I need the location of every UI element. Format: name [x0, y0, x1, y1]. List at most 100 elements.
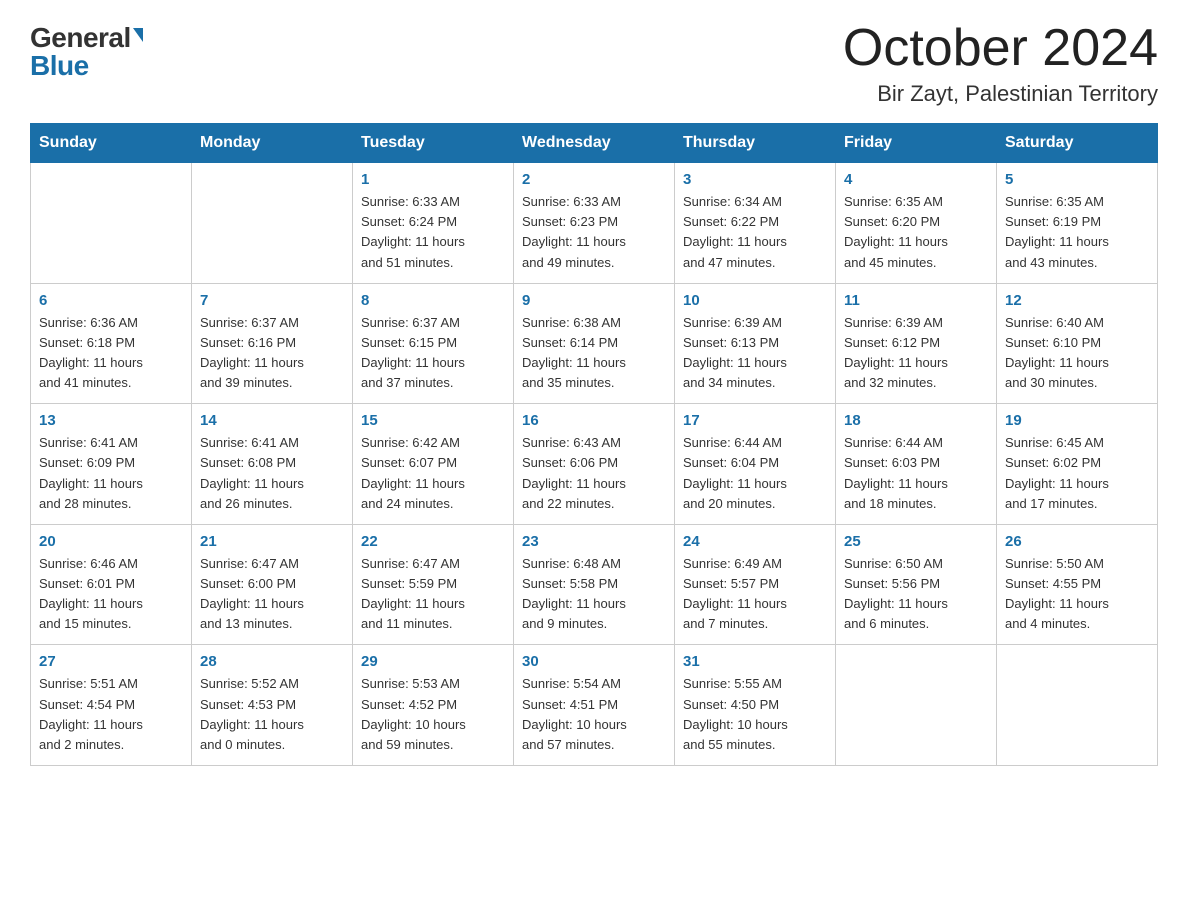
month-title: October 2024 — [843, 20, 1158, 77]
calendar-cell: 13 Sunrise: 6:41 AM Sunset: 6:09 PM Dayli… — [31, 404, 192, 525]
day-info: Sunrise: 6:33 AM Sunset: 6:24 PM Dayligh… — [361, 192, 505, 273]
calendar-cell: 5 Sunrise: 6:35 AM Sunset: 6:19 PM Daylig… — [997, 163, 1158, 284]
calendar-cell — [836, 645, 997, 766]
calendar-table: SundayMondayTuesdayWednesdayThursdayFrid… — [30, 123, 1158, 766]
calendar-cell: 29 Sunrise: 5:53 AM Sunset: 4:52 PM Dayli… — [353, 645, 514, 766]
day-number: 22 — [361, 533, 505, 550]
day-number: 8 — [361, 292, 505, 309]
day-number: 5 — [1005, 171, 1149, 188]
day-info: Sunrise: 6:44 AM Sunset: 6:03 PM Dayligh… — [844, 433, 988, 514]
day-number: 15 — [361, 412, 505, 429]
calendar-cell: 19 Sunrise: 6:45 AM Sunset: 6:02 PM Dayli… — [997, 404, 1158, 525]
day-number: 17 — [683, 412, 827, 429]
day-number: 29 — [361, 653, 505, 670]
day-number: 26 — [1005, 533, 1149, 550]
day-info: Sunrise: 6:41 AM Sunset: 6:09 PM Dayligh… — [39, 433, 183, 514]
calendar-week-1: 1Sunrise: 6:33 AM Sunset: 6:24 PM Daylig… — [31, 163, 1158, 284]
calendar-cell: 17 Sunrise: 6:44 AM Sunset: 6:04 PM Dayli… — [675, 404, 836, 525]
title-area: October 2024 Bir Zayt, Palestinian Terri… — [843, 20, 1158, 107]
day-info: Sunrise: 6:39 AM Sunset: 6:13 PM Dayligh… — [683, 313, 827, 394]
day-info: Sunrise: 5:53 AM Sunset: 4:52 PM Dayligh… — [361, 674, 505, 755]
day-info: Sunrise: 6:45 AM Sunset: 6:02 PM Dayligh… — [1005, 433, 1149, 514]
day-info: Sunrise: 6:33 AM Sunset: 6:23 PM Dayligh… — [522, 192, 666, 273]
header-tuesday: Tuesday — [353, 124, 514, 163]
calendar-cell: 10 Sunrise: 6:39 AM Sunset: 6:13 PM Dayli… — [675, 283, 836, 404]
calendar-cell: 26Sunrise: 5:50 AM Sunset: 4:55 PM Dayli… — [997, 524, 1158, 645]
day-number: 6 — [39, 292, 183, 309]
calendar-cell — [192, 163, 353, 284]
calendar-cell: 7 Sunrise: 6:37 AM Sunset: 6:16 PM Daylig… — [192, 283, 353, 404]
day-number: 12 — [1005, 292, 1149, 309]
calendar-cell: 22Sunrise: 6:47 AM Sunset: 5:59 PM Dayli… — [353, 524, 514, 645]
calendar-cell: 15 Sunrise: 6:42 AM Sunset: 6:07 PM Dayli… — [353, 404, 514, 525]
day-info: Sunrise: 6:47 AM Sunset: 6:00 PM Dayligh… — [200, 554, 344, 635]
day-number: 4 — [844, 171, 988, 188]
day-number: 13 — [39, 412, 183, 429]
calendar-cell: 12 Sunrise: 6:40 AM Sunset: 6:10 PM Dayli… — [997, 283, 1158, 404]
day-info: Sunrise: 6:34 AM Sunset: 6:22 PM Dayligh… — [683, 192, 827, 273]
header-friday: Friday — [836, 124, 997, 163]
calendar-week-4: 20 Sunrise: 6:46 AM Sunset: 6:01 PM Dayli… — [31, 524, 1158, 645]
day-info: Sunrise: 6:37 AM Sunset: 6:16 PM Dayligh… — [200, 313, 344, 394]
calendar-cell: 25 Sunrise: 6:50 AM Sunset: 5:56 PM Dayli… — [836, 524, 997, 645]
calendar-cell: 14 Sunrise: 6:41 AM Sunset: 6:08 PM Dayli… — [192, 404, 353, 525]
calendar-cell: 28 Sunrise: 5:52 AM Sunset: 4:53 PM Dayli… — [192, 645, 353, 766]
calendar-cell: 2 Sunrise: 6:33 AM Sunset: 6:23 PM Daylig… — [514, 163, 675, 284]
day-number: 16 — [522, 412, 666, 429]
calendar-cell: 9Sunrise: 6:38 AM Sunset: 6:14 PM Daylig… — [514, 283, 675, 404]
day-info: Sunrise: 6:38 AM Sunset: 6:14 PM Dayligh… — [522, 313, 666, 394]
calendar-cell: 18 Sunrise: 6:44 AM Sunset: 6:03 PM Dayli… — [836, 404, 997, 525]
day-info: Sunrise: 6:36 AM Sunset: 6:18 PM Dayligh… — [39, 313, 183, 394]
calendar-week-3: 13 Sunrise: 6:41 AM Sunset: 6:09 PM Dayli… — [31, 404, 1158, 525]
calendar-cell: 21 Sunrise: 6:47 AM Sunset: 6:00 PM Dayli… — [192, 524, 353, 645]
header-sunday: Sunday — [31, 124, 192, 163]
day-info: Sunrise: 6:37 AM Sunset: 6:15 PM Dayligh… — [361, 313, 505, 394]
day-number: 14 — [200, 412, 344, 429]
day-number: 3 — [683, 171, 827, 188]
calendar-cell — [997, 645, 1158, 766]
header: General Blue October 2024 Bir Zayt, Pale… — [30, 20, 1158, 107]
calendar-week-2: 6 Sunrise: 6:36 AM Sunset: 6:18 PM Daylig… — [31, 283, 1158, 404]
calendar-cell: 20 Sunrise: 6:46 AM Sunset: 6:01 PM Dayli… — [31, 524, 192, 645]
location-title: Bir Zayt, Palestinian Territory — [843, 81, 1158, 107]
day-info: Sunrise: 6:39 AM Sunset: 6:12 PM Dayligh… — [844, 313, 988, 394]
calendar-cell: 4 Sunrise: 6:35 AM Sunset: 6:20 PM Daylig… — [836, 163, 997, 284]
header-wednesday: Wednesday — [514, 124, 675, 163]
calendar-cell: 3 Sunrise: 6:34 AM Sunset: 6:22 PM Daylig… — [675, 163, 836, 284]
day-info: Sunrise: 5:51 AM Sunset: 4:54 PM Dayligh… — [39, 674, 183, 755]
calendar-cell: 24 Sunrise: 6:49 AM Sunset: 5:57 PM Dayli… — [675, 524, 836, 645]
logo-arrow-icon — [133, 28, 143, 42]
day-number: 31 — [683, 653, 827, 670]
day-number: 7 — [200, 292, 344, 309]
calendar-cell: 6 Sunrise: 6:36 AM Sunset: 6:18 PM Daylig… — [31, 283, 192, 404]
calendar-cell: 11Sunrise: 6:39 AM Sunset: 6:12 PM Dayli… — [836, 283, 997, 404]
day-number: 28 — [200, 653, 344, 670]
header-monday: Monday — [192, 124, 353, 163]
day-info: Sunrise: 5:52 AM Sunset: 4:53 PM Dayligh… — [200, 674, 344, 755]
day-number: 10 — [683, 292, 827, 309]
day-number: 27 — [39, 653, 183, 670]
day-info: Sunrise: 6:46 AM Sunset: 6:01 PM Dayligh… — [39, 554, 183, 635]
day-info: Sunrise: 6:49 AM Sunset: 5:57 PM Dayligh… — [683, 554, 827, 635]
day-number: 30 — [522, 653, 666, 670]
day-info: Sunrise: 6:42 AM Sunset: 6:07 PM Dayligh… — [361, 433, 505, 514]
header-thursday: Thursday — [675, 124, 836, 163]
day-info: Sunrise: 5:55 AM Sunset: 4:50 PM Dayligh… — [683, 674, 827, 755]
day-number: 19 — [1005, 412, 1149, 429]
day-info: Sunrise: 6:35 AM Sunset: 6:19 PM Dayligh… — [1005, 192, 1149, 273]
day-info: Sunrise: 6:35 AM Sunset: 6:20 PM Dayligh… — [844, 192, 988, 273]
day-info: Sunrise: 6:41 AM Sunset: 6:08 PM Dayligh… — [200, 433, 344, 514]
day-number: 18 — [844, 412, 988, 429]
day-info: Sunrise: 6:44 AM Sunset: 6:04 PM Dayligh… — [683, 433, 827, 514]
day-info: Sunrise: 6:50 AM Sunset: 5:56 PM Dayligh… — [844, 554, 988, 635]
day-number: 25 — [844, 533, 988, 550]
day-number: 24 — [683, 533, 827, 550]
day-number: 2 — [522, 171, 666, 188]
day-info: Sunrise: 6:40 AM Sunset: 6:10 PM Dayligh… — [1005, 313, 1149, 394]
calendar-cell: 30Sunrise: 5:54 AM Sunset: 4:51 PM Dayli… — [514, 645, 675, 766]
day-number: 20 — [39, 533, 183, 550]
calendar-cell — [31, 163, 192, 284]
calendar-cell: 8 Sunrise: 6:37 AM Sunset: 6:15 PM Daylig… — [353, 283, 514, 404]
day-info: Sunrise: 6:48 AM Sunset: 5:58 PM Dayligh… — [522, 554, 666, 635]
day-number: 21 — [200, 533, 344, 550]
